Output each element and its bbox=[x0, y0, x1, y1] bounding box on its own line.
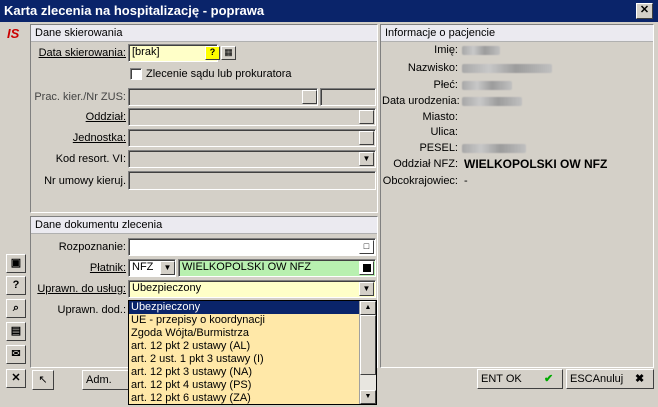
dropdown-option[interactable]: art. 12 pkt 6 ustawy (ZA) bbox=[129, 392, 376, 405]
oddzial-nfz-label: Oddział NFZ: bbox=[393, 158, 458, 170]
oddzial-label: Oddział: bbox=[85, 111, 126, 123]
platnik-name-field: WIELKOPOLSKI OW NFZ bbox=[178, 259, 376, 277]
nazwisko-value bbox=[462, 64, 552, 73]
ok-button[interactable]: ENT OK ✔ bbox=[477, 369, 563, 389]
mail-icon[interactable]: ✉ bbox=[6, 345, 26, 364]
ok-label: OK bbox=[505, 373, 522, 385]
uprawn-dropdown-list[interactable]: Ubezpieczony UE - przepisy o koordynacji… bbox=[128, 300, 377, 405]
chevron-down-icon[interactable]: ▼ bbox=[160, 261, 175, 275]
dropdown-option[interactable]: art. 2 ust. 1 pkt 3 ustawy (I) bbox=[129, 353, 376, 366]
miasto-label: Miasto: bbox=[422, 111, 458, 123]
jednostka-label: Jednostka: bbox=[72, 132, 126, 144]
pesel-label: PESEL: bbox=[419, 142, 458, 154]
prac-kier-field bbox=[128, 88, 318, 106]
dropdown-option[interactable]: art. 12 pkt 2 ustawy (AL) bbox=[129, 340, 376, 353]
dropdown-option[interactable]: Zgoda Wójta/Burmistrza bbox=[129, 327, 376, 340]
cancel-label: Anuluj bbox=[592, 373, 624, 385]
plec-label: Płeć: bbox=[433, 79, 458, 91]
oddzial-nfz-value: WIELKOPOLSKI OW NFZ bbox=[464, 157, 608, 171]
x-icon: ✖ bbox=[635, 373, 645, 385]
screen-icon[interactable]: ▣ bbox=[6, 254, 26, 273]
chevron-down-icon: ▼ bbox=[359, 152, 374, 166]
imie-label: Imię: bbox=[434, 44, 458, 56]
window-title: Karta zlecenia na hospitalizację - popra… bbox=[0, 0, 658, 22]
zlecenie-sadu-checkbox[interactable] bbox=[130, 68, 142, 80]
dane-dokumentu-header: Dane dokumentu zlecenia bbox=[31, 217, 377, 234]
help-button[interactable]: ? bbox=[6, 276, 26, 295]
dropdown-option[interactable]: UE - przepisy o koordynacji bbox=[129, 314, 376, 327]
prac-kier-lookup-icon bbox=[302, 90, 317, 104]
adm-button[interactable]: Adm. bbox=[82, 370, 130, 390]
obcokrajowiec-label: Obcokrajowiec: bbox=[382, 175, 458, 187]
informacje-panel: Informacje o pacjencie bbox=[380, 24, 654, 368]
zlecenie-sadu-label: Zlecenie sądu lub prokuratora bbox=[146, 68, 292, 80]
informacje-header: Informacje o pacjencie bbox=[381, 25, 653, 42]
cancel-button[interactable]: ESCAnuluj ✖ bbox=[566, 369, 654, 389]
platnik-label: Płatnik: bbox=[89, 262, 126, 274]
ulica-label: Ulica: bbox=[430, 126, 458, 138]
help-icon[interactable]: ? bbox=[205, 46, 220, 60]
nr-umowy-label: Nr umowy kieruj. bbox=[44, 175, 126, 187]
app-logo-icon: IS bbox=[7, 26, 20, 41]
cancel-key-label: ESC bbox=[570, 373, 593, 385]
prac-kier-label: Prac. kier./Nr ZUS: bbox=[34, 91, 126, 103]
card-icon[interactable]: ▤ bbox=[6, 322, 26, 341]
nazwisko-label: Nazwisko: bbox=[407, 62, 458, 74]
data-urodzenia-value bbox=[462, 97, 522, 106]
platnik-lookup-icon[interactable] bbox=[359, 261, 374, 275]
dropdown-option[interactable]: art. 12 pkt 4 ustawy (PS) bbox=[129, 379, 376, 392]
imie-value bbox=[462, 46, 500, 55]
scroll-thumb[interactable] bbox=[360, 315, 376, 375]
pesel-value bbox=[462, 144, 526, 153]
close-icon[interactable]: ✕ bbox=[6, 369, 26, 388]
search-icon[interactable]: ⌕ bbox=[6, 299, 26, 318]
oddzial-lookup-icon bbox=[359, 110, 374, 124]
scroll-up-icon[interactable]: ▲ bbox=[360, 301, 376, 315]
chevron-down-icon[interactable]: ▼ bbox=[359, 282, 374, 296]
nr-zus-field bbox=[320, 88, 376, 106]
dropdown-option[interactable]: art. 12 pkt 3 ustawy (NA) bbox=[129, 366, 376, 379]
close-window-button[interactable]: ✕ bbox=[636, 3, 653, 19]
jednostka-field bbox=[128, 129, 376, 147]
jednostka-lookup-icon bbox=[359, 131, 374, 145]
nr-umowy-field bbox=[128, 171, 376, 190]
uprawn-label: Uprawn. do usług: bbox=[37, 283, 126, 295]
scroll-down-icon[interactable]: ▼ bbox=[360, 390, 376, 404]
kod-resort-label: Kod resort. VI: bbox=[55, 153, 126, 165]
calendar-icon[interactable]: ▦ bbox=[221, 46, 236, 60]
kod-resort-select bbox=[128, 150, 376, 168]
data-urodzenia-label: Data urodzenia: bbox=[382, 95, 460, 107]
oddzial-field bbox=[128, 108, 376, 126]
obcokrajowiec-value: - bbox=[464, 175, 468, 187]
dane-skierowania-header: Dane skierowania bbox=[31, 25, 377, 42]
checkmark-icon: ✔ bbox=[544, 373, 554, 385]
dropdown-option[interactable]: Ubezpieczony bbox=[129, 301, 376, 314]
data-skierowania-label: Data skierowania: bbox=[38, 47, 126, 59]
dropdown-scrollbar[interactable]: ▲ ▼ bbox=[359, 301, 376, 404]
uprawn-select[interactable]: Ubezpieczony bbox=[128, 280, 376, 298]
plec-value bbox=[462, 81, 512, 90]
rozpoznanie-lookup-icon[interactable]: □ bbox=[359, 240, 374, 254]
back-button[interactable]: ↖ bbox=[32, 370, 54, 390]
uprawn-dod-label: Uprawn. dod.: bbox=[57, 304, 126, 316]
rozpoznanie-field[interactable] bbox=[128, 238, 376, 256]
rozpoznanie-label: Rozpoznanie: bbox=[58, 241, 126, 253]
ok-key-label: ENT bbox=[481, 373, 503, 385]
